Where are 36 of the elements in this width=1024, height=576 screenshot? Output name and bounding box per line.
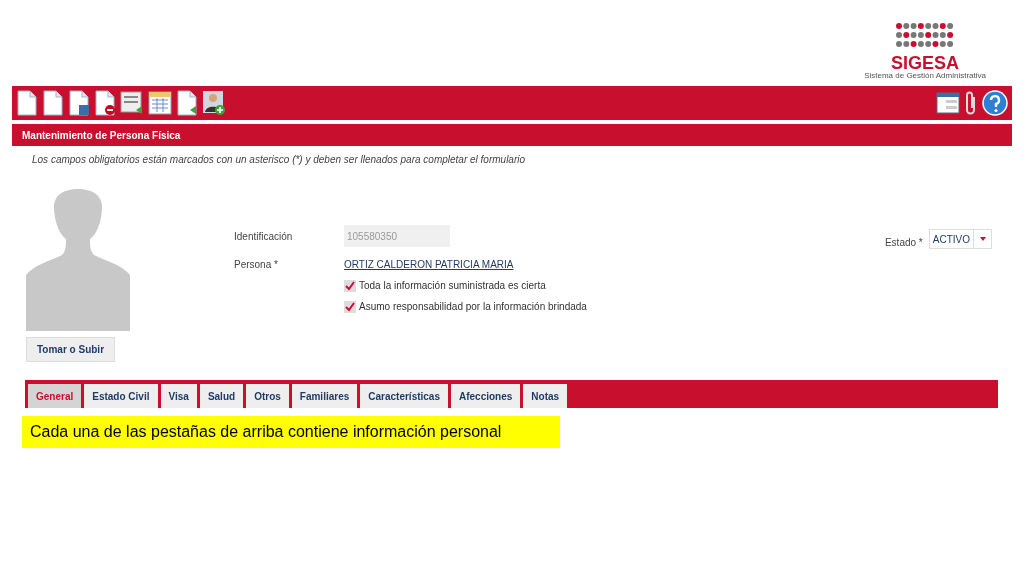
field-label: Estado * xyxy=(884,236,923,250)
help-icon[interactable] xyxy=(982,90,1008,116)
paperclip-icon[interactable] xyxy=(964,90,978,116)
tab[interactable]: Otros xyxy=(246,384,289,408)
logo-text: SIGESA xyxy=(891,54,960,72)
form-icon[interactable] xyxy=(936,92,960,114)
tab[interactable]: Características xyxy=(360,384,448,408)
field-label: Identificación xyxy=(234,229,294,244)
status-dropdown[interactable]: ACTIVO xyxy=(928,229,992,249)
checkbox-label: Asumo responsabilidad por la información brindada xyxy=(359,300,587,314)
photo-button[interactable]: Tomar o Subir xyxy=(26,337,116,362)
new-document-icon[interactable] xyxy=(16,90,38,116)
delete-document-icon[interactable] xyxy=(94,90,116,116)
panel-title: Mantenimiento de Persona Física xyxy=(22,128,181,143)
tab[interactable]: Familiares xyxy=(291,384,358,408)
tab[interactable]: Afecciones xyxy=(451,384,521,408)
checkbox-label: Toda la información suministrada es cierta xyxy=(359,279,546,293)
calendar-icon[interactable] xyxy=(148,90,172,116)
person-link[interactable]: ORTIZ CALDERON PATRICIA MARIA xyxy=(344,257,514,272)
tab[interactable]: Visa xyxy=(160,384,197,408)
tab[interactable]: Notas xyxy=(523,384,568,408)
checkbox[interactable] xyxy=(344,279,356,292)
list-icon[interactable] xyxy=(120,90,144,116)
import-document-icon[interactable] xyxy=(176,90,198,116)
document-icon[interactable] xyxy=(42,90,64,116)
instructions-text: Los campos obligatorios están marcados con un asterisco (*) y deben ser llenados para completar el formulario xyxy=(32,153,527,167)
tab[interactable]: Salud xyxy=(199,384,244,408)
save-icon[interactable] xyxy=(68,90,90,116)
tab[interactable]: General xyxy=(28,384,82,408)
checkbox[interactable] xyxy=(344,300,356,313)
caret-icon xyxy=(979,237,986,241)
field-label: Persona * xyxy=(234,258,279,272)
note-text: Cada una de las pestañas de arriba contiene información personal xyxy=(30,422,502,442)
add-person-icon[interactable] xyxy=(202,90,226,116)
logo-subtitle: Sistema de Gestión Administrativa xyxy=(864,72,986,80)
tab[interactable]: Estado Civil xyxy=(84,384,158,408)
